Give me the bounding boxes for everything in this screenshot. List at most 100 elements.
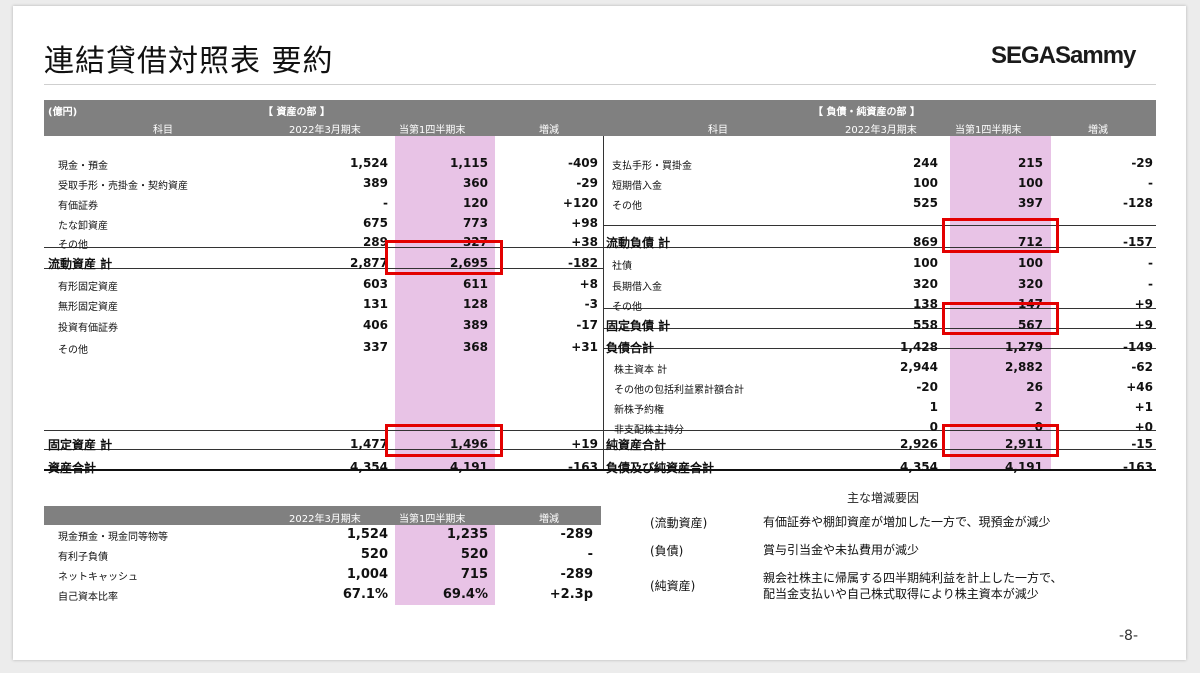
liability-row-diff: +1 — [1134, 400, 1153, 414]
liability-row-prev: 4,354 — [900, 460, 938, 474]
liability-row-prev: -20 — [916, 380, 938, 394]
asset-row-curr: 360 — [462, 176, 488, 190]
liability-row-prev: 1,428 — [900, 340, 938, 354]
asset-row-diff: +38 — [571, 235, 598, 249]
bs-unit-label: (億円) — [48, 107, 78, 118]
liability-row-prev: 1 — [929, 400, 938, 414]
reason-text: 有価証券や棚卸資産が増加した一方で、現預金が減少 — [763, 515, 1051, 529]
assets-line-fixed-top — [44, 430, 603, 431]
asset-row-curr: 1,115 — [450, 156, 488, 170]
cash-row-label: 有利子負債 — [58, 552, 108, 563]
cash-col-diff: 増減 — [539, 514, 559, 525]
liability-row-prev: 869 — [912, 235, 938, 249]
asset-row-diff: -182 — [567, 256, 598, 270]
asset-row-curr: 120 — [462, 196, 488, 210]
asset-row-prev: 389 — [362, 176, 388, 190]
liability-row-label: 短期借入金 — [612, 181, 662, 192]
asset-row-diff: -409 — [567, 156, 598, 170]
asset-row-label: 有価証券 — [58, 201, 98, 212]
liability-row-curr: 4,191 — [1005, 460, 1043, 474]
liability-row-prev: 100 — [912, 176, 938, 190]
cash-row-diff: -289 — [560, 567, 593, 582]
asset-row-diff: +98 — [571, 216, 598, 230]
asset-row-label: 資産合計 — [48, 461, 97, 475]
asset-row-diff: -163 — [567, 460, 598, 474]
asset-row-label: その他 — [58, 345, 88, 356]
liability-row-label: その他の包括利益累計額合計 — [614, 385, 744, 396]
liab-section-label: 【 負債・純資産の部 】 — [813, 107, 920, 118]
cash-row-diff: -289 — [560, 527, 593, 542]
liability-row-prev: 320 — [912, 277, 938, 291]
liability-row-label: 負債及び純資産合計 — [606, 461, 715, 475]
cash-row-label: 現金預金・現金同等物等 — [58, 532, 168, 543]
asset-row-diff: +120 — [562, 196, 598, 210]
asset-row-prev: 131 — [362, 297, 388, 311]
liability-row-prev: 138 — [912, 297, 938, 311]
bs-center-divider — [603, 136, 604, 470]
asset-row-prev: 1,477 — [350, 437, 388, 451]
reason-category: (純資産) — [650, 579, 696, 593]
liability-row-label: 負債合計 — [606, 341, 655, 355]
assets-col-curr: 当第1四半期末 — [399, 125, 466, 136]
liability-row-diff: +9 — [1134, 318, 1153, 332]
liability-row-diff: +46 — [1126, 380, 1153, 394]
highlight-net-assets — [942, 424, 1059, 457]
title-divider — [44, 84, 1156, 85]
highlight-fixed-liabilities — [942, 302, 1059, 335]
liability-row-label: 長期借入金 — [612, 282, 662, 293]
asset-row-diff: +19 — [571, 437, 598, 451]
asset-row-prev: - — [383, 196, 388, 210]
cash-row-label: ネットキャッシュ — [58, 572, 138, 583]
liability-row-diff: +9 — [1134, 297, 1153, 311]
cash-row-diff: - — [587, 547, 593, 562]
highlight-current-liabilities — [942, 218, 1059, 253]
cash-row-prev: 67.1% — [342, 587, 388, 602]
liability-row-diff: +0 — [1134, 420, 1153, 434]
liability-row-label: その他 — [612, 201, 642, 212]
liability-row-label: 固定負債 計 — [606, 319, 671, 333]
liability-row-label: 支払手形・買掛金 — [612, 161, 692, 172]
liability-row-label: 非支配株主持分 — [614, 425, 684, 436]
asset-row-label: たな卸資産 — [58, 221, 108, 232]
cash-row-prev: 1,524 — [346, 527, 388, 542]
cash-row-prev: 1,004 — [346, 567, 388, 582]
highlight-fixed-assets — [385, 424, 503, 457]
assets-section-label: 【 資産の部 】 — [263, 107, 330, 118]
liability-row-diff: -62 — [1131, 360, 1153, 374]
asset-row-prev: 2,877 — [350, 256, 388, 270]
page-number: -8- — [1119, 628, 1139, 644]
asset-row-prev: 675 — [362, 216, 388, 230]
liab-col-curr: 当第1四半期末 — [955, 125, 1022, 136]
company-logo: SEGASammy — [991, 42, 1136, 69]
asset-row-label: 固定資産 計 — [48, 438, 113, 452]
asset-row-curr: 773 — [462, 216, 488, 230]
assets-col-item: 科目 — [153, 125, 173, 136]
liability-row-label: 社債 — [612, 261, 632, 272]
cash-row-curr: 715 — [460, 567, 488, 582]
asset-row-label: 受取手形・売掛金・契約資産 — [58, 181, 188, 192]
asset-row-curr: 4,191 — [450, 460, 488, 474]
liability-row-prev: 100 — [912, 256, 938, 270]
asset-row-curr: 389 — [462, 318, 488, 332]
liability-row-diff: -15 — [1131, 437, 1153, 451]
liability-row-curr: 320 — [1017, 277, 1043, 291]
liability-row-curr: 2,882 — [1005, 360, 1043, 374]
asset-row-diff: -3 — [584, 297, 598, 311]
asset-row-prev: 1,524 — [350, 156, 388, 170]
asset-row-label: 有形固定資産 — [58, 282, 118, 293]
liab-col-diff: 増減 — [1088, 125, 1108, 136]
liability-row-curr: 397 — [1017, 196, 1043, 210]
liability-row-prev: 0 — [929, 420, 938, 434]
liability-row-curr: 1,279 — [1005, 340, 1043, 354]
liability-row-label: その他 — [612, 302, 642, 313]
liability-row-diff: -29 — [1131, 156, 1153, 170]
asset-row-diff: +31 — [571, 340, 598, 354]
cash-row-prev: 520 — [360, 547, 388, 562]
cash-col-prev: 2022年3月期末 — [289, 514, 361, 525]
liability-row-diff: - — [1148, 277, 1153, 291]
asset-row-prev: 289 — [362, 235, 388, 249]
slide: 連結貸借対照表 要約 SEGASammy (億円) 【 資産の部 】 【 負債・… — [13, 6, 1186, 660]
liability-row-label: 流動負債 計 — [606, 236, 671, 250]
asset-row-prev: 603 — [362, 277, 388, 291]
asset-row-label: 無形固定資産 — [58, 302, 118, 313]
